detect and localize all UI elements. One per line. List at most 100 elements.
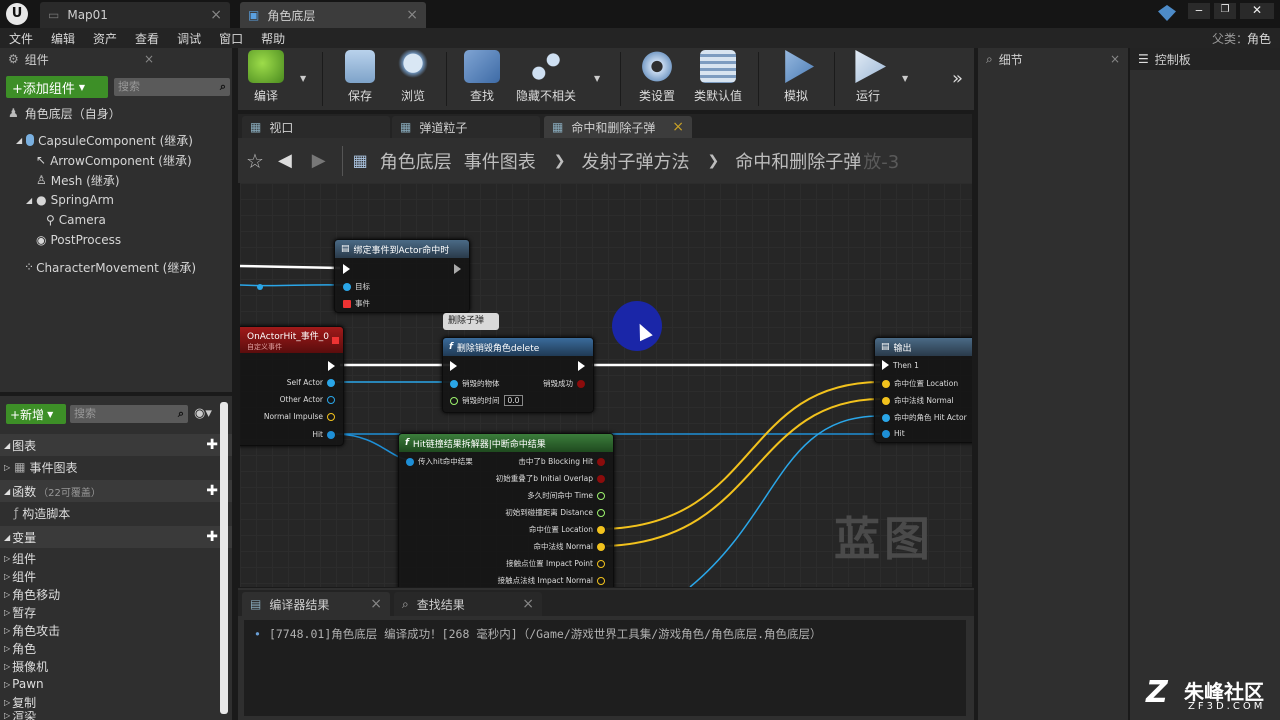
source-control-icon[interactable] [1158, 5, 1176, 21]
out-hit-actor-pin[interactable]: 命中的角色 Hit Actor [882, 412, 967, 423]
exec-out-pin[interactable] [578, 361, 585, 371]
initial-overlap-pin[interactable]: 初始重叠了b Initial Overlap [496, 473, 605, 484]
exec-out-pin[interactable] [328, 361, 335, 371]
class-defaults-button[interactable]: 类默认值 [688, 50, 748, 108]
close-icon[interactable]: × [144, 52, 154, 66]
favorite-star-icon[interactable]: ☆ [246, 149, 264, 173]
impact-normal-pin[interactable]: 接触点法线 Impact Normal [498, 575, 605, 586]
delegate-pin[interactable] [332, 337, 339, 344]
destroy-node[interactable]: f 删除销毁角色delete 销毁的物体 销毁成功 销毁的时间 0.0 [442, 337, 594, 413]
add-component-button[interactable]: +添加组件 ▼ [6, 76, 108, 98]
tree-item-capsule[interactable]: ◢ CapsuleComponent (继承) [16, 130, 193, 150]
category-item[interactable]: ▷ 角色 [0, 639, 36, 657]
category-item[interactable]: ▷ 组件 [0, 549, 36, 567]
compile-dropdown-icon[interactable]: ▼ [300, 74, 306, 83]
other-actor-pin[interactable]: Other Actor [280, 395, 335, 404]
out-location-pin[interactable]: 命中位置 Location [882, 378, 958, 389]
add-function-icon[interactable]: ✚ [206, 483, 218, 499]
category-item[interactable]: ▷ 复制 [0, 693, 36, 711]
comment-bubble[interactable]: 删除子弹 [443, 313, 499, 330]
variables-section[interactable]: ◢ 变量 ✚ [0, 526, 232, 548]
scrollbar[interactable] [220, 402, 228, 714]
tree-item-arrow[interactable]: ↖ ArrowComponent (继承) [36, 150, 192, 170]
self-item[interactable]: ♟ 角色底层（自身） [8, 103, 121, 123]
add-graph-icon[interactable]: ✚ [206, 437, 218, 453]
hide-unrelated-button[interactable]: 隐藏不相关 [516, 50, 576, 108]
hit-in-pin[interactable]: 传入hit命中结果 [406, 456, 473, 467]
breadcrumb-item[interactable]: 事件图表 [464, 148, 536, 174]
exec-out-pin[interactable] [454, 264, 461, 274]
exec-in-pin[interactable] [343, 264, 350, 274]
tab-map01[interactable]: ▭ Map01 × [40, 2, 230, 28]
toolbar-overflow-icon[interactable]: » [952, 68, 963, 89]
output-node[interactable]: ▤ 输出 Then 1 命中位置 Location 命中法线 Normal 命中… [874, 337, 972, 443]
category-item[interactable]: ▷ 摄像机 [0, 657, 48, 675]
category-item[interactable]: ▷ 暂存 [0, 603, 36, 621]
details-tab[interactable]: ⌕ 细节 × [978, 48, 1128, 70]
menu-help[interactable]: 帮助 [252, 30, 294, 47]
menu-window[interactable]: 窗口 [210, 30, 252, 47]
view-options-icon[interactable]: ◉▾ [194, 406, 212, 421]
breadcrumb-item[interactable]: 角色底层 [380, 148, 452, 174]
tab-find-results[interactable]: ⌕ 查找结果 × [394, 592, 542, 616]
new-button[interactable]: +新增 ▼ [6, 404, 66, 424]
menu-view[interactable]: 查看 [126, 30, 168, 47]
tab-hit-delete[interactable]: ▦ 命中和删除子弹 × [544, 116, 692, 138]
destroy-target-pin[interactable]: 销毁的物体 [450, 378, 500, 389]
bind-event-node[interactable]: ▤ 绑定事件到Actor命中时 目标 事件 [334, 239, 470, 313]
functions-section[interactable]: ◢ 函数 （22可覆盖） ✚ [0, 480, 232, 502]
maximize-button[interactable]: ❐ [1214, 3, 1236, 19]
event-pin[interactable]: 事件 [343, 298, 370, 309]
add-variable-icon[interactable]: ✚ [206, 529, 218, 545]
parent-class-value[interactable]: 角色 [1238, 30, 1280, 47]
time-pin[interactable]: 多久时间命中 Time [527, 490, 605, 501]
save-button[interactable]: 保存 [330, 50, 390, 108]
palette-tab[interactable]: ☰ 控制板 [1130, 48, 1280, 70]
category-item[interactable]: ▷ 组件 [0, 567, 36, 585]
forward-arrow-icon[interactable]: ▶ [312, 150, 326, 171]
destroy-time-input[interactable]: 0.0 [503, 395, 524, 406]
impact-point-pin[interactable]: 接触点位置 Impact Point [506, 558, 605, 569]
class-settings-button[interactable]: 类设置 [627, 50, 687, 108]
graphs-section[interactable]: ◢ 图表 ✚ [0, 434, 232, 456]
self-actor-pin[interactable]: Self Actor [287, 378, 335, 387]
close-icon[interactable]: × [210, 7, 222, 23]
normal-impulse-pin[interactable]: Normal Impulse [264, 412, 335, 421]
breadcrumb-item[interactable]: 发射子弹方法 [581, 148, 689, 174]
category-item[interactable]: ▷ 角色攻击 [0, 621, 60, 639]
components-search-input[interactable]: 搜索 ⌕ [114, 78, 230, 96]
menu-edit[interactable]: 编辑 [42, 30, 84, 47]
play-button[interactable]: 运行 [838, 50, 898, 108]
tab-projectile[interactable]: ▦ 弹道粒子 [392, 116, 540, 138]
category-item[interactable]: ▷ 渲染 [0, 711, 36, 720]
tab-compiler-results[interactable]: ▤ 编译器结果 × [242, 592, 390, 616]
category-item[interactable]: ▷ 角色移动 [0, 585, 60, 603]
tree-item-postprocess[interactable]: ◉ PostProcess [36, 230, 121, 250]
blocking-hit-pin[interactable]: 击中了b Blocking Hit [518, 456, 605, 467]
back-arrow-icon[interactable]: ◀ [278, 150, 292, 171]
tree-item-movement[interactable]: ⁘ CharacterMovement (继承) [24, 257, 196, 277]
construct-script-item[interactable]: ƒ 构造脚本 [0, 504, 70, 522]
hit-pin[interactable]: Hit [312, 430, 335, 439]
distance-pin[interactable]: 初始到碰撞距离 Distance [505, 507, 605, 518]
out-hit-pin[interactable]: Hit [882, 429, 905, 438]
menu-asset[interactable]: 资产 [84, 30, 126, 47]
browse-button[interactable]: 浏览 [383, 50, 443, 108]
simulate-button[interactable]: 模拟 [766, 50, 826, 108]
menu-debug[interactable]: 调试 [168, 30, 210, 47]
find-button[interactable]: 查找 [452, 50, 512, 108]
normal-pin[interactable]: 命中法线 Normal [533, 541, 605, 552]
close-icon[interactable]: × [1110, 52, 1120, 66]
custom-event-node[interactable]: OnActorHit_事件_0 自定义事件 Self Actor Other A… [240, 326, 344, 446]
unreal-logo-icon[interactable]: U [6, 3, 28, 25]
close-icon[interactable]: × [370, 596, 382, 612]
close-icon[interactable]: × [406, 7, 418, 23]
tree-item-camera[interactable]: ⚲ Camera [46, 210, 106, 230]
destroy-time-pin[interactable]: 销毁的时间 0.0 [450, 395, 524, 406]
breadcrumb-item[interactable]: 命中和删除子弹 [735, 148, 861, 174]
tree-item-springarm[interactable]: ◢ ● SpringArm [26, 190, 114, 210]
tab-viewport[interactable]: ▦ 视口 [242, 116, 390, 138]
out-normal-pin[interactable]: 命中法线 Normal [882, 395, 954, 406]
compile-button[interactable]: 编译 [236, 50, 296, 108]
category-item[interactable]: ▷ Pawn [0, 675, 44, 693]
